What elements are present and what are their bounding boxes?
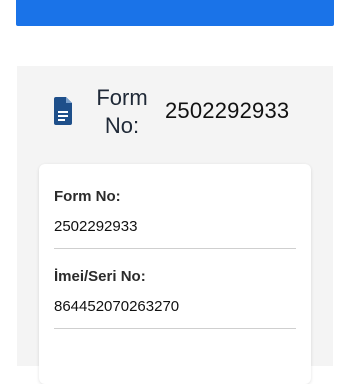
details-card: Form No: 2502292933 İmei/Seri No: 864452…: [39, 164, 311, 384]
form-header: Form No: 2502292933: [17, 66, 333, 164]
imei-serial-label: İmei/Seri No:: [54, 268, 146, 285]
document-icon: [54, 97, 72, 125]
top-app-bar: [16, 0, 334, 26]
header-form-no-value: 2502292933: [165, 98, 290, 123]
divider: [54, 248, 296, 249]
imei-serial-value: 864452070263270: [54, 298, 180, 315]
header-form-no-label: Form No:: [96, 85, 148, 138]
form-no-value: 2502292933: [54, 218, 138, 235]
form-no-label: Form No:: [54, 188, 121, 205]
divider: [54, 328, 296, 329]
form-panel: Form No: 2502292933 Form No: 2502292933 İ…: [17, 66, 333, 384]
